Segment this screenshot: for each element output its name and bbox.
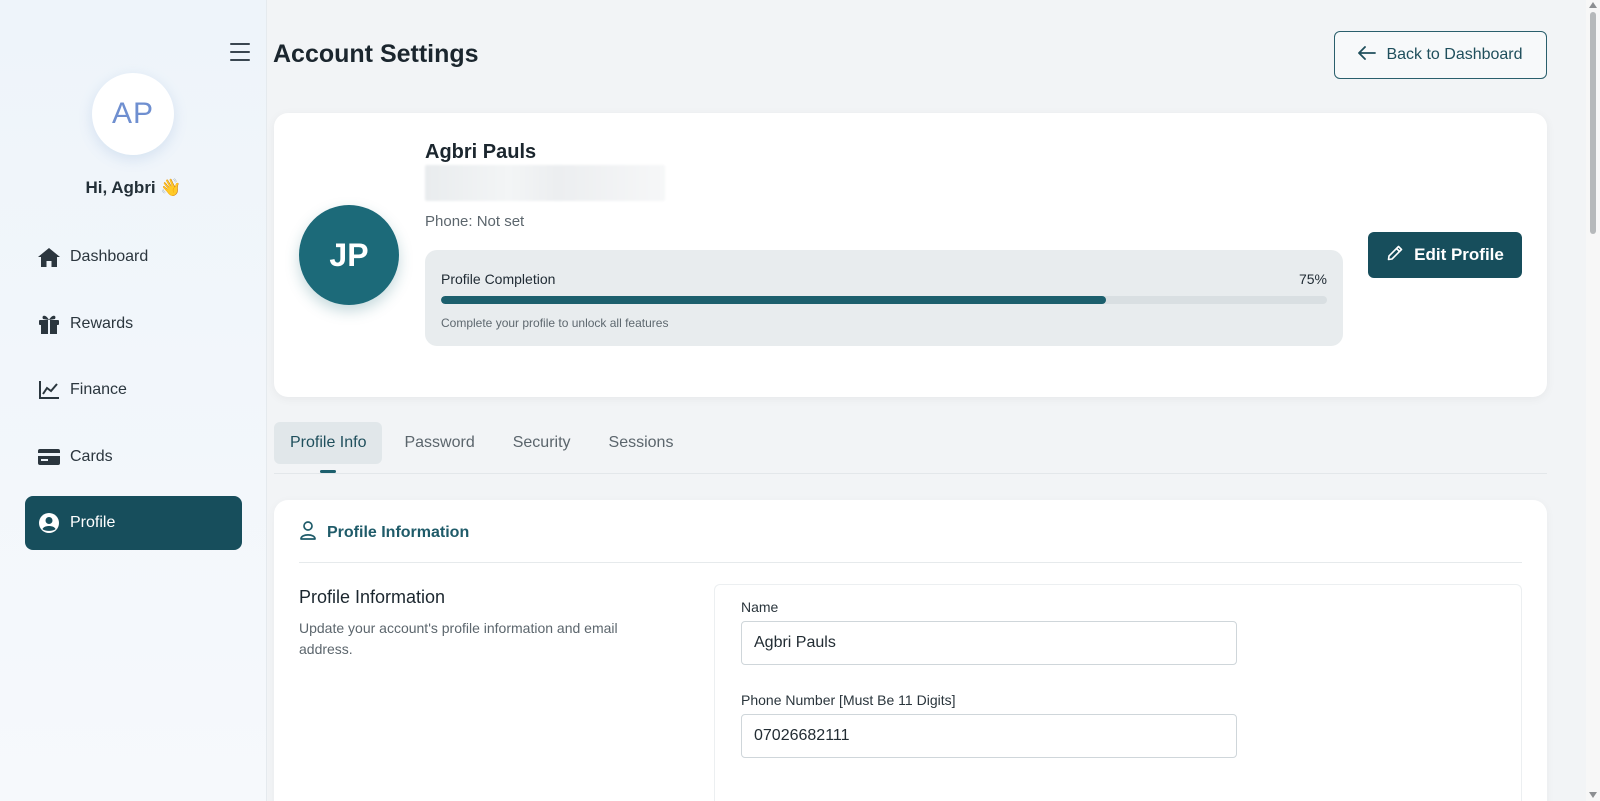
name-label: Name	[741, 599, 779, 615]
back-to-dashboard-button[interactable]: Back to Dashboard	[1334, 31, 1547, 79]
page-title: Account Settings	[273, 40, 479, 68]
scrollbar-thumb[interactable]	[1590, 12, 1596, 234]
tab-profile-info[interactable]: Profile Info	[274, 422, 383, 473]
completion-progress-track	[441, 296, 1327, 304]
sidebar-item-label: Profile	[70, 514, 116, 531]
profile-name: Agbri Pauls	[425, 141, 537, 163]
sidebar-item-label: Finance	[70, 381, 127, 398]
profile-information-card: Profile Information Profile Information …	[274, 500, 1547, 801]
edit-profile-label: Edit Profile	[1414, 245, 1504, 264]
profile-summary-card: JP Agbri Pauls Phone: Not set Profile Co…	[274, 113, 1547, 397]
completion-label: Profile Completion	[441, 271, 556, 287]
back-to-dashboard-label: Back to Dashboard	[1386, 46, 1523, 63]
tab-password[interactable]: Password	[388, 422, 490, 464]
completion-percent: 75%	[1298, 271, 1327, 287]
scroll-up-icon[interactable]	[1589, 2, 1597, 8]
sidebar-item-rewards[interactable]: Rewards	[25, 297, 242, 351]
user-outline-icon	[299, 520, 317, 545]
profile-form: Name Phone Number [Must Be 11 Digits]	[714, 584, 1522, 801]
phone-label: Phone Number [Must Be 11 Digits]	[741, 692, 956, 708]
sidebar-item-cards[interactable]: Cards	[25, 430, 242, 484]
chart-line-icon	[36, 379, 62, 401]
sidebar-item-finance[interactable]: Finance	[25, 363, 242, 417]
menu-toggle-icon[interactable]	[230, 43, 250, 61]
gift-icon	[36, 313, 62, 335]
scroll-down-icon[interactable]	[1589, 792, 1597, 798]
phone-field[interactable]	[741, 714, 1237, 758]
arrow-left-icon	[1358, 45, 1377, 65]
sidebar-avatar: AP	[92, 73, 174, 155]
sidebar-item-label: Cards	[70, 447, 113, 465]
user-circle-icon	[36, 512, 62, 534]
sidebar-item-label: Rewards	[70, 314, 134, 332]
completion-progress-fill	[441, 296, 1106, 304]
settings-tabs: Profile Info Password Security Sessions	[274, 422, 690, 473]
section-divider	[299, 562, 1522, 563]
page-scrollbar[interactable]	[1586, 0, 1600, 801]
credit-card-icon	[36, 446, 62, 468]
completion-hint: Complete your profile to unlock all feat…	[441, 316, 669, 330]
greeting-text: Hi, Agbri 👋	[85, 178, 182, 197]
home-icon	[36, 246, 62, 268]
sidebar: AP Hi, Agbri 👋 Dashboard Rewards Finance…	[0, 0, 267, 801]
profile-phone: Phone: Not set	[425, 213, 525, 230]
tabs-divider	[274, 473, 1547, 474]
profile-information-heading: Profile Information	[327, 523, 470, 541]
name-field[interactable]	[741, 621, 1237, 665]
section-description: Update your account's profile informatio…	[299, 620, 618, 657]
tab-sessions[interactable]: Sessions	[593, 422, 690, 464]
sidebar-nav: Dashboard Rewards Finance Cards Profile	[25, 230, 242, 563]
profile-avatar: JP	[299, 205, 399, 305]
profile-email-redacted	[425, 165, 665, 201]
tab-security[interactable]: Security	[497, 422, 587, 464]
profile-completion-box: Profile Completion 75% Complete your pro…	[425, 250, 1343, 346]
sidebar-item-profile[interactable]: Profile	[25, 496, 242, 550]
sidebar-item-dashboard[interactable]: Dashboard	[25, 230, 242, 284]
edit-profile-button[interactable]: Edit Profile	[1368, 232, 1522, 278]
sidebar-item-label: Dashboard	[70, 248, 149, 265]
section-title: Profile Information	[299, 587, 446, 607]
pencil-icon	[1386, 244, 1404, 267]
profile-information-header: Profile Information	[299, 520, 469, 545]
